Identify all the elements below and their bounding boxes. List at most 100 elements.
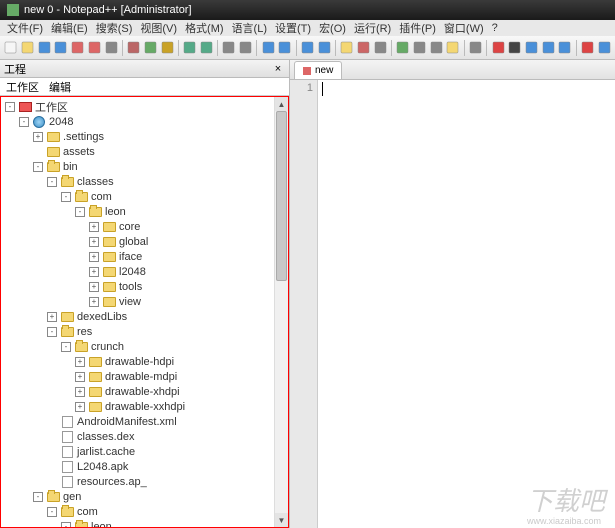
- tree-node[interactable]: -工作区: [1, 99, 288, 114]
- menu-search[interactable]: 搜索(S): [93, 20, 136, 36]
- open-file-icon[interactable]: [20, 39, 36, 57]
- zoom-in-icon[interactable]: [260, 39, 276, 57]
- code-area[interactable]: [318, 80, 615, 528]
- tree-node[interactable]: +drawable-mdpi: [1, 369, 288, 384]
- tree-scrollbar[interactable]: ▲ ▼: [274, 97, 288, 527]
- menu-format[interactable]: 格式(M): [182, 20, 227, 36]
- tree-node[interactable]: AndroidManifest.xml: [1, 414, 288, 429]
- collapse-icon[interactable]: -: [61, 342, 71, 352]
- tree-node[interactable]: -leon: [1, 204, 288, 219]
- expand-icon[interactable]: +: [89, 237, 99, 247]
- tree-node[interactable]: +dexedLibs: [1, 309, 288, 324]
- tree-node[interactable]: +drawable-xxhdpi: [1, 399, 288, 414]
- collapse-icon[interactable]: -: [5, 102, 15, 112]
- sync-v-icon[interactable]: [300, 39, 316, 57]
- func-list-icon[interactable]: [428, 39, 444, 57]
- cut-icon[interactable]: [126, 39, 142, 57]
- expand-icon[interactable]: +: [89, 297, 99, 307]
- menu-language[interactable]: 语言(L): [229, 20, 270, 36]
- tree-node[interactable]: -gen: [1, 489, 288, 504]
- collapse-icon[interactable]: -: [61, 522, 71, 528]
- save-icon[interactable]: [36, 39, 52, 57]
- expand-icon[interactable]: +: [89, 222, 99, 232]
- collapse-icon[interactable]: -: [33, 492, 43, 502]
- collapse-icon[interactable]: -: [33, 162, 43, 172]
- expand-icon[interactable]: +: [75, 402, 85, 412]
- tree-node[interactable]: -res: [1, 324, 288, 339]
- stop-icon[interactable]: [507, 39, 523, 57]
- collapse-icon[interactable]: -: [19, 117, 29, 127]
- zoom-out-icon[interactable]: [277, 39, 293, 57]
- expand-icon[interactable]: +: [89, 252, 99, 262]
- expand-icon[interactable]: +: [75, 372, 85, 382]
- tree-node[interactable]: -com: [1, 504, 288, 519]
- tree-node[interactable]: classes.dex: [1, 429, 288, 444]
- print-icon[interactable]: [103, 39, 119, 57]
- menu-file[interactable]: 文件(F): [4, 20, 46, 36]
- doc-map-icon[interactable]: [412, 39, 428, 57]
- spellcheck-next-icon[interactable]: [596, 39, 612, 57]
- undo-icon[interactable]: [182, 39, 198, 57]
- scroll-thumb[interactable]: [276, 111, 287, 281]
- tree-node[interactable]: -classes: [1, 174, 288, 189]
- tree-node[interactable]: resources.ap_: [1, 474, 288, 489]
- monitor-icon[interactable]: [468, 39, 484, 57]
- tree-node[interactable]: -crunch: [1, 339, 288, 354]
- menu-run[interactable]: 运行(R): [351, 20, 394, 36]
- expand-icon[interactable]: +: [33, 132, 43, 142]
- tree-node[interactable]: +drawable-xhdpi: [1, 384, 288, 399]
- play-multi-icon[interactable]: [540, 39, 556, 57]
- find-icon[interactable]: [221, 39, 237, 57]
- sync-h-icon[interactable]: [316, 39, 332, 57]
- tree-node[interactable]: -2048: [1, 114, 288, 129]
- expand-icon[interactable]: +: [75, 357, 85, 367]
- collapse-icon[interactable]: -: [47, 327, 57, 337]
- collapse-icon[interactable]: -: [61, 192, 71, 202]
- tab-new[interactable]: new: [294, 61, 342, 79]
- paste-icon[interactable]: [159, 39, 175, 57]
- collapse-icon[interactable]: -: [47, 507, 57, 517]
- menu-window[interactable]: 窗口(W): [441, 20, 487, 36]
- expand-icon[interactable]: +: [89, 282, 99, 292]
- spellcheck-icon[interactable]: [580, 39, 596, 57]
- play-icon[interactable]: [524, 39, 540, 57]
- tree-node[interactable]: -bin: [1, 159, 288, 174]
- menu-settings[interactable]: 设置(T): [272, 20, 314, 36]
- editor-area[interactable]: 1: [290, 80, 615, 528]
- close-all-icon[interactable]: [87, 39, 103, 57]
- copy-icon[interactable]: [143, 39, 159, 57]
- new-file-icon[interactable]: [3, 39, 19, 57]
- redo-icon[interactable]: [198, 39, 214, 57]
- collapse-icon[interactable]: -: [47, 177, 57, 187]
- expand-icon[interactable]: +: [75, 387, 85, 397]
- panel-close-button[interactable]: ×: [271, 63, 285, 75]
- tree-node[interactable]: +iface: [1, 249, 288, 264]
- expand-icon[interactable]: +: [89, 267, 99, 277]
- menu-view[interactable]: 视图(V): [137, 20, 180, 36]
- all-chars-icon[interactable]: [356, 39, 372, 57]
- tree-node[interactable]: +view: [1, 294, 288, 309]
- record-icon[interactable]: [490, 39, 506, 57]
- scroll-down-icon[interactable]: ▼: [275, 513, 288, 527]
- tree-node[interactable]: assets: [1, 144, 288, 159]
- tree-node[interactable]: +core: [1, 219, 288, 234]
- tree-node[interactable]: L2048.apk: [1, 459, 288, 474]
- collapse-icon[interactable]: -: [75, 207, 85, 217]
- replace-icon[interactable]: [238, 39, 254, 57]
- indent-guide-icon[interactable]: [372, 39, 388, 57]
- submenu-edit[interactable]: 编辑: [49, 79, 71, 95]
- folder-view-icon[interactable]: [445, 39, 461, 57]
- menu-plugins[interactable]: 插件(P): [396, 20, 439, 36]
- expand-icon[interactable]: +: [47, 312, 57, 322]
- scroll-up-icon[interactable]: ▲: [275, 97, 288, 111]
- wrap-icon[interactable]: [339, 39, 355, 57]
- menu-macro[interactable]: 宏(O): [316, 20, 349, 36]
- lang-udl-icon[interactable]: [395, 39, 411, 57]
- tree-node[interactable]: -leon: [1, 519, 288, 528]
- close-icon[interactable]: [70, 39, 86, 57]
- tree-node[interactable]: +.settings: [1, 129, 288, 144]
- tree-node[interactable]: +tools: [1, 279, 288, 294]
- tree-node[interactable]: jarlist.cache: [1, 444, 288, 459]
- tree-node[interactable]: -com: [1, 189, 288, 204]
- menu-help[interactable]: ?: [489, 22, 501, 34]
